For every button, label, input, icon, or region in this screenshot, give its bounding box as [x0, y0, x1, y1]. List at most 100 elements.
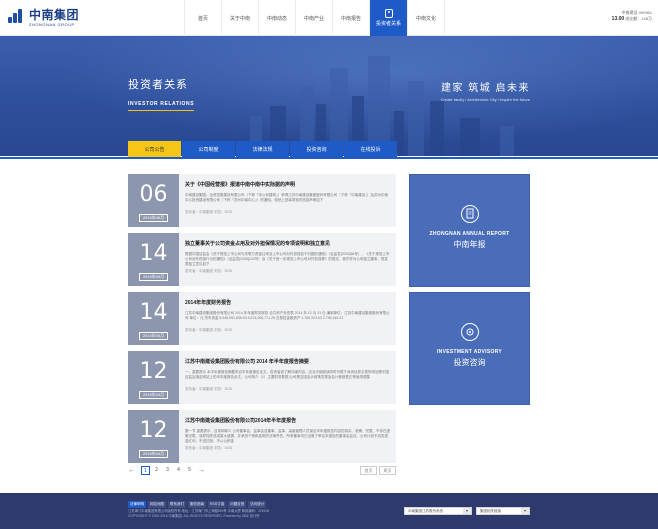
- banner-slogan-cn: 建家 筑城 启未来: [440, 83, 530, 94]
- news-summary: 中南建设集团，全资控股建设有限公司（下称「本公司建筑」）获得江苏中南建设集团股份…: [185, 193, 388, 202]
- group-site-select-value: 中南集团江苏股份系统: [408, 509, 443, 513]
- footer-link-legal[interactable]: 法律申明: [128, 501, 146, 508]
- news-month: 2015年05月: [138, 273, 169, 281]
- news-day: 06: [139, 182, 168, 207]
- news-summary: 根据中国证监会《关于规范上市公司与关联方资金往来及上市公司对外担保若干问题的通知…: [185, 252, 390, 266]
- page-3-button[interactable]: 3: [163, 466, 172, 475]
- investment-advisory-en: INVESTMENT ADVISORY: [436, 349, 503, 355]
- main-nav: 首页 关于中南 中南动态 中南产业 中南报告 投资者关系 中南文化: [184, 0, 445, 36]
- nav-item-industry[interactable]: 中南产业: [296, 0, 333, 36]
- news-day: 14: [139, 300, 168, 325]
- footer-link-feedback[interactable]: 问题反馈: [228, 501, 247, 508]
- related-links-select[interactable]: 集团相关链接 ▾: [476, 507, 530, 515]
- report-icon: [460, 205, 479, 223]
- investment-advisory-cn: 投资咨询: [453, 358, 486, 367]
- related-links-select-value: 集团相关链接: [480, 509, 501, 513]
- news-month: 2015年06月: [138, 214, 169, 222]
- list-item[interactable]: 06 2015年06月 关于《中国经营报》报道中南中南中实际据的声明 中南建设集…: [128, 174, 396, 227]
- stock-price: 13.00: [611, 16, 625, 22]
- footer-links: 法律申明 网站地图 联系我们 服务指南 RSS订阅 问题反馈 访问统计: [128, 501, 267, 508]
- news-title[interactable]: 江苏中南建设集团股份有限公司 2014 年半年度报告摘要: [185, 359, 391, 366]
- news-title[interactable]: 独立董事关于公司资金占用及对外担保情况的专项说明和独立意见: [185, 241, 391, 248]
- news-meta: 发布者：中南集团 浏览：3025: [185, 446, 233, 450]
- footer-link-sitemap[interactable]: 网站地图: [148, 501, 166, 508]
- tab-company-rules[interactable]: 公司制度: [182, 141, 235, 158]
- tab-laws[interactable]: 法律法规: [236, 141, 289, 158]
- nav-item-home[interactable]: 首页: [185, 0, 222, 36]
- site-header: 中南集团 ZHONGNAN GROUP 首页 关于中南 中南动态 中南产业 中南…: [0, 0, 658, 36]
- news-meta: 发布者：中南集团 浏览：3025: [185, 328, 233, 332]
- news-title[interactable]: 2014年年度财务报告: [185, 300, 391, 307]
- group-site-select[interactable]: 中南集团江苏股份系统 ▾: [404, 507, 472, 515]
- footer-rights: COPYRIGHT © 2002-2016 中南集团. ALL RIGHTS R…: [128, 514, 260, 518]
- list-item[interactable]: 14 2015年05月 独立董事关于公司资金占用及对外担保情况的专项说明和独立意…: [128, 233, 396, 286]
- date-box: 12 2015年04月: [128, 351, 179, 404]
- investor-icon: [384, 9, 393, 18]
- chevron-down-icon: ▾: [463, 508, 471, 514]
- logo-text-en: ZHONGNAN GROUP: [29, 22, 75, 27]
- banner-slogan: 建家 筑城 启未来 Create family / Architecture C…: [441, 79, 530, 102]
- page-4-button[interactable]: 4: [174, 466, 183, 475]
- footer-copyright: 江苏海门中南集团有限公司版权所有 地址：江苏海门市上海路899号 中南大厦 邮政…: [128, 509, 398, 519]
- tab-online-complaint[interactable]: 在线投诉: [344, 141, 397, 158]
- first-page-button[interactable]: 首页: [360, 466, 377, 475]
- pagination: ← 1 2 3 4 5 → 首页 尾页: [128, 466, 396, 476]
- date-box: 14 2015年05月: [128, 292, 179, 345]
- logo-mark-icon: [8, 9, 26, 23]
- stock-ticker: 中南建设 000961 13.00 成交额：148万: [612, 10, 652, 22]
- news-meta: 发布者：中南集团 浏览：3025: [185, 210, 233, 214]
- hero-banner: 投资者关系 INVESTOR RELATIONS 建家 筑城 启未来 Creat…: [0, 36, 658, 156]
- chevron-down-icon: ▾: [521, 508, 529, 514]
- footer-link-stats[interactable]: 访问统计: [248, 501, 267, 508]
- section-tabs: 公司公告 公司制度 法律法规 投资咨询 在线投诉: [128, 141, 397, 158]
- site-footer: 法律申明 网站地图 联系我们 服务指南 RSS订阅 问题反馈 访问统计 江苏海门…: [0, 493, 658, 529]
- last-page-button[interactable]: 尾页: [379, 466, 396, 475]
- footer-link-rss[interactable]: RSS订阅: [208, 501, 227, 508]
- news-meta: 发布者：中南集团 浏览：3025: [185, 387, 233, 391]
- page-1-button[interactable]: 1: [141, 466, 150, 475]
- footer-link-guide[interactable]: 服务指南: [188, 501, 206, 508]
- news-title[interactable]: 江苏中南建设集团股份有限公司2014年半年度报告: [185, 418, 391, 425]
- stock-volume-label: 成交额：: [625, 16, 642, 21]
- banner-title-en: INVESTOR RELATIONS: [128, 101, 195, 111]
- stock-volume: 148万: [641, 16, 652, 21]
- news-day: 12: [139, 418, 168, 443]
- list-item[interactable]: 12 2015年04月 江苏中南建设集团股份有限公司2014年半年度报告 第一节…: [128, 410, 396, 463]
- tab-announcements[interactable]: 公司公告: [128, 141, 181, 158]
- news-month: 2015年04月: [138, 450, 169, 458]
- nav-item-investor-label: 投资者关系: [375, 21, 401, 27]
- tab-investment-consulting[interactable]: 投资咨询: [290, 141, 343, 158]
- nav-item-reports[interactable]: 中南报告: [333, 0, 370, 36]
- banner-slogan-en: Create family / Architecture City / Insp…: [440, 97, 530, 102]
- news-month: 2015年04月: [138, 391, 169, 399]
- news-title[interactable]: 关于《中国经营报》报道中南中南中实际据的声明: [185, 182, 391, 189]
- date-box: 14 2015年05月: [128, 233, 179, 286]
- prev-page-button[interactable]: ←: [128, 466, 135, 475]
- next-page-button[interactable]: →: [198, 466, 205, 475]
- news-summary: 第一节 重要提示、目录和释义 公司董事会、监事会及董事、监事、高级管理人员保证半…: [185, 429, 390, 443]
- nav-item-about[interactable]: 关于中南: [222, 0, 259, 36]
- banner-title-cn: 投资者关系: [128, 79, 188, 91]
- list-item[interactable]: 12 2015年04月 江苏中南建设集团股份有限公司 2014 年半年度报告摘要…: [128, 351, 396, 404]
- news-meta: 发布者：中南集团 浏览：3025: [185, 269, 233, 273]
- footer-link-contact[interactable]: 联系我们: [168, 501, 186, 508]
- date-box: 12 2015年04月: [128, 410, 179, 463]
- advisory-icon: [460, 323, 479, 341]
- news-day: 14: [139, 241, 168, 266]
- investment-advisory-card[interactable]: INVESTMENT ADVISORY 投资咨询: [409, 292, 530, 405]
- list-item[interactable]: 14 2015年05月 2014年年度财务报告 江苏中南建设集团股份有限公司 2…: [128, 292, 396, 345]
- nav-item-investor-relations[interactable]: 投资者关系: [370, 0, 408, 36]
- news-day: 12: [139, 359, 168, 384]
- nav-item-news[interactable]: 中南动态: [259, 0, 296, 36]
- news-summary: 一、重要提示 本半年度报告摘要来自半年度报告全文，投资者欲了解详细内容，应当仔细…: [185, 370, 389, 379]
- annual-report-card[interactable]: ZHONGNAN ANNUAL REPORT 中南年报: [409, 174, 530, 287]
- banner-title: 投资者关系 INVESTOR RELATIONS: [128, 76, 195, 111]
- company-logo[interactable]: 中南集团 ZHONGNAN GROUP: [8, 9, 79, 29]
- page-5-button[interactable]: 5: [185, 466, 194, 475]
- page-2-button[interactable]: 2: [152, 466, 161, 475]
- news-month: 2015年05月: [138, 332, 169, 340]
- annual-report-en: ZHONGNAN ANNUAL REPORT: [429, 231, 510, 237]
- nav-item-culture[interactable]: 中南文化: [408, 0, 445, 36]
- news-summary: 江苏中南建设集团股份有限公司 2014 年年度财务报告 合并资产负债表 2014…: [185, 311, 390, 320]
- annual-report-cn: 中南年报: [453, 240, 486, 249]
